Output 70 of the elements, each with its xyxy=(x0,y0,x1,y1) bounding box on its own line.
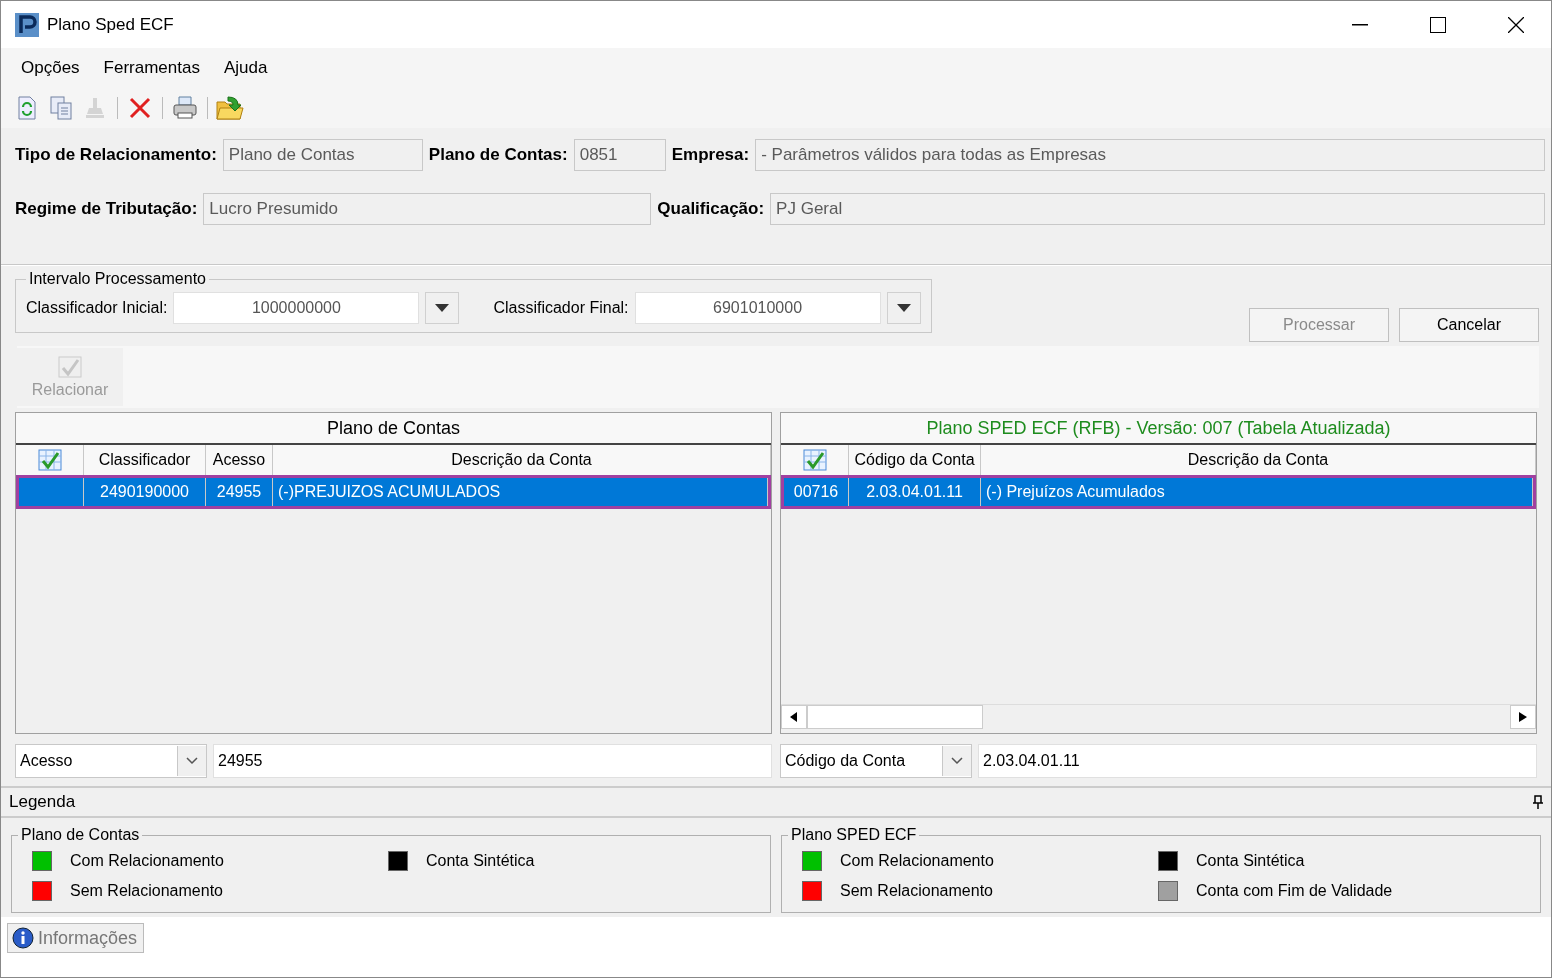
caret-icon xyxy=(186,757,198,765)
table-check-icon xyxy=(57,355,83,379)
minimize-icon xyxy=(1352,23,1368,26)
legend-label: Conta com Fim de Validade xyxy=(1196,882,1393,900)
menu-item[interactable]: Opções xyxy=(9,58,92,78)
search-input[interactable]: 2.03.04.01.11 xyxy=(978,744,1537,778)
dropdown-button[interactable] xyxy=(425,292,460,324)
table-check-icon xyxy=(801,448,828,472)
caret-icon xyxy=(896,304,911,312)
readonly-field[interactable]: PJ Geral xyxy=(770,193,1545,225)
maximize-icon xyxy=(1430,16,1446,33)
readonly-field[interactable]: Plano de Contas xyxy=(222,139,423,171)
table-cell: 2.03.04.01.11 xyxy=(849,478,981,506)
legend-label: Conta Sintética xyxy=(1196,852,1305,870)
panel-title: Legenda xyxy=(9,792,76,812)
field-label: Plano de Contas: xyxy=(428,145,568,165)
close-icon xyxy=(1508,16,1524,33)
legend-label: Sem Relacionamento xyxy=(840,882,993,900)
close-icon xyxy=(129,97,151,119)
grid-title: Plano de Contas xyxy=(16,413,771,445)
grid-title: Plano SPED ECF (RFB) - Versão: 007 (Tabela Atualizada) xyxy=(781,413,1536,445)
legend-label: Com Relacionamento xyxy=(840,852,994,870)
readonly-field[interactable]: 0851 xyxy=(573,139,666,171)
document-refresh-icon xyxy=(17,96,37,120)
app-logo-icon xyxy=(15,12,39,37)
scroll-left-icon[interactable] xyxy=(790,712,798,722)
combo-input[interactable]: 1000000000 xyxy=(173,292,420,324)
field-label: Regime de Tributação: xyxy=(15,199,198,219)
table-cell: (-) Prejuízos Acumulados xyxy=(981,478,1533,506)
toolbar-button[interactable] xyxy=(216,93,244,123)
field-label: Qualificação: xyxy=(657,199,765,219)
group-title: Plano SPED ECF xyxy=(790,826,918,844)
search-input[interactable]: 24955 xyxy=(213,744,772,778)
table-cell: 24955 xyxy=(206,478,273,506)
group-title: Plano de Contas xyxy=(20,826,141,844)
table-row[interactable]: 2490190000 24955 (-)PREJUIZOS ACUMULADOS xyxy=(16,475,771,509)
combo-input[interactable]: 6901010000 xyxy=(634,292,881,324)
search-field-dropdown[interactable]: Acesso xyxy=(15,744,207,778)
stamp-icon xyxy=(84,96,106,120)
menu-item[interactable]: Ajuda xyxy=(211,58,280,78)
group-title: Intervalo Processamento xyxy=(28,270,207,288)
action-button[interactable]: Cancelar xyxy=(1399,308,1539,342)
table-cell: (-)PREJUIZOS ACUMULADOS xyxy=(273,478,768,506)
field-label: Classificador Inicial: xyxy=(26,299,168,317)
legend-label: Sem Relacionamento xyxy=(70,882,223,900)
legend-label: Com Relacionamento xyxy=(70,852,224,870)
window-title: Plano Sped ECF xyxy=(47,14,175,35)
caret-icon xyxy=(435,304,450,312)
field-label: Empresa: xyxy=(671,145,750,165)
pin-icon[interactable] xyxy=(1533,795,1543,809)
info-icon xyxy=(12,927,34,949)
folder-arrow-icon xyxy=(216,95,244,121)
search-field-dropdown[interactable]: Código da Conta xyxy=(780,744,972,778)
field-label: Classificador Final: xyxy=(493,299,629,317)
table-cell: 2490190000 xyxy=(84,478,206,506)
menu-item[interactable]: Ferramentas xyxy=(91,58,212,78)
legend-label: Conta Sintética xyxy=(426,852,535,870)
dropdown-button[interactable] xyxy=(886,292,921,324)
copy-icon xyxy=(49,96,73,120)
table-cell: 00716 xyxy=(784,478,849,506)
scroll-right-icon[interactable] xyxy=(1519,712,1527,722)
caret-icon xyxy=(951,757,963,765)
table-row[interactable]: 00716 2.03.04.01.11 (-) Prejuízos Acumulados xyxy=(781,475,1536,509)
field-label: Tipo de Relacionamento: xyxy=(15,145,217,165)
horizontal-scrollbar[interactable] xyxy=(781,704,1536,729)
readonly-field[interactable]: - Parâmetros válidos para todas as Empresas xyxy=(755,139,1545,171)
info-tab[interactable]: Informações xyxy=(7,923,145,953)
printer-icon xyxy=(172,96,198,120)
readonly-field[interactable]: Lucro Presumido xyxy=(203,193,652,225)
table-check-icon xyxy=(36,448,63,472)
